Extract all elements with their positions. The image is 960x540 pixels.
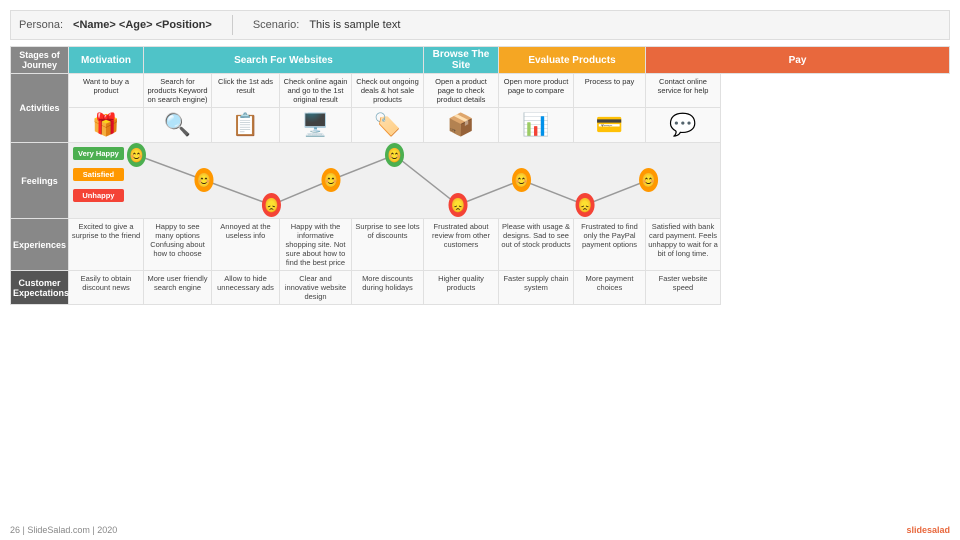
col-search: Search For Websites — [144, 47, 424, 74]
expectation-8: Faster website speed — [646, 271, 721, 305]
footer-left: 26 | SlideSalad.com | 2020 — [10, 525, 117, 535]
feelings-label: Feelings — [21, 176, 58, 186]
activity-icon-8: 💬 — [646, 108, 721, 143]
activity-text-0: Want to buy a product — [69, 74, 144, 108]
activity-text-8: Contact online service for help — [646, 74, 721, 108]
activity-icon-5: 📦 — [424, 108, 499, 143]
expectation-6: Faster supply chain system — [499, 271, 574, 305]
tag-satisfied: Satisfied — [73, 168, 124, 181]
activity-text-2: Click the 1st ads result — [212, 74, 280, 108]
feeling-emoji-0: 😊 — [130, 147, 144, 164]
experience-7: Frustrated to find only the PayPal payme… — [574, 219, 646, 271]
expectation-0: Easily to obtain discount news — [69, 271, 144, 305]
activity-icon-2: 📋 — [212, 108, 280, 143]
feeling-emoji-1: 😊 — [197, 172, 211, 189]
activities-label: Activities — [11, 74, 69, 143]
expectation-7: More payment choices — [574, 271, 646, 305]
col-motivation: Motivation — [69, 47, 144, 74]
col-pay: Pay — [646, 47, 950, 74]
expectation-5: Higher quality products — [424, 271, 499, 305]
feeling-emoji-8: 😊 — [642, 172, 656, 189]
tag-very-happy: Very Happy — [73, 147, 124, 160]
experience-4: Surprise to see lots of discounts — [352, 219, 424, 271]
expectation-4: More discounts during holidays — [352, 271, 424, 305]
feelings-svg: 😊 😊 😞 😊 😊 — [69, 143, 720, 218]
tag-unhappy: Unhappy — [73, 189, 124, 202]
activity-text-3: Check online again and go to the 1st ori… — [280, 74, 352, 108]
activity-text-4: Check out ongoing deals & hot sale produ… — [352, 74, 424, 108]
persona-value: <Name> <Age> <Position> — [73, 19, 212, 31]
activity-icon-1: 🔍 — [144, 108, 212, 143]
expectation-3: Clear and innovative website design — [280, 271, 352, 305]
activity-icon-6: 📊 — [499, 108, 574, 143]
feeling-emoji-4: 😊 — [388, 147, 402, 164]
experience-0: Excited to give a surprise to the friend — [69, 219, 144, 271]
experiences-label: Experiences — [11, 219, 69, 271]
feeling-emoji-6: 😊 — [515, 172, 529, 189]
feelings-label-cell: Feelings — [11, 143, 69, 219]
activity-icon-0: 🎁 — [69, 108, 144, 143]
activity-icon-3: 🖥️ — [280, 108, 352, 143]
experience-1: Happy to see many options Confusing abou… — [144, 219, 212, 271]
scenario-label: Scenario: — [253, 19, 299, 31]
experience-2: Annoyed at the useless info — [212, 219, 280, 271]
footer-brand: slidesalad — [906, 525, 950, 535]
persona-label: Persona: — [19, 19, 63, 31]
expectations-label: Customer Expectations — [11, 271, 69, 305]
col-browse: Browse The Site — [424, 47, 499, 74]
experience-5: Frustrated about review from other custo… — [424, 219, 499, 271]
experience-3: Happy with the informative shopping site… — [280, 219, 352, 271]
activity-icon-4: 🏷️ — [352, 108, 424, 143]
activity-text-6: Open more product page to compare — [499, 74, 574, 108]
activity-icon-7: 💳 — [574, 108, 646, 143]
activity-text-5: Open a product page to check product det… — [424, 74, 499, 108]
expectation-2: Allow to hide unnecessary ads — [212, 271, 280, 305]
activity-text-7: Process to pay — [574, 74, 646, 108]
feeling-emoji-3: 😊 — [324, 172, 338, 189]
stages-label: Stages of Journey — [11, 47, 69, 74]
activity-text-1: Search for products Keyword on search en… — [144, 74, 212, 108]
feelings-graph-cell: Very Happy Satisfied Unhappy 😊 — [69, 143, 721, 219]
feeling-emoji-2: 😞 — [265, 197, 279, 214]
feeling-emoji-5: 😞 — [451, 197, 465, 214]
scenario-value: This is sample text — [309, 19, 400, 31]
col-evaluate: Evaluate Products — [499, 47, 646, 74]
footer: 26 | SlideSalad.com | 2020 slidesalad — [10, 525, 950, 535]
expectation-1: More user friendly search engine — [144, 271, 212, 305]
feeling-emoji-7: 😞 — [578, 197, 592, 214]
journey-table: Stages of Journey Motivation Search For … — [10, 46, 950, 305]
experience-6: Please with usage & designs. Sad to see … — [499, 219, 574, 271]
experience-8: Satisfied with bank card payment. Feels … — [646, 219, 721, 271]
